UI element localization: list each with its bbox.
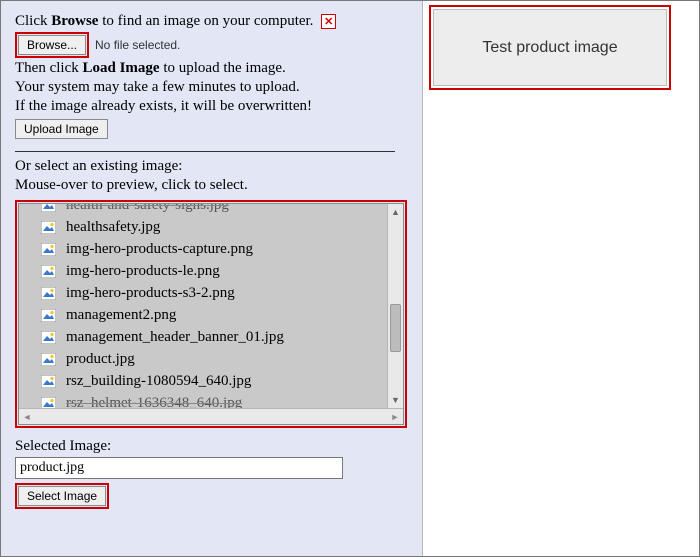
alt-heading: Or select an existing image: [15,158,408,175]
browse-row: Browse... No file selected. [15,32,408,58]
list-item[interactable]: healthsafety.jpg [19,216,387,238]
right-pane: Test product image [423,1,699,556]
file-name: rsz_building-1080594_640.jpg [66,373,251,390]
text-bold: Load Image [82,60,159,76]
image-file-icon [41,287,56,300]
selected-image-label: Selected Image: [15,438,408,455]
list-item[interactable]: management2.png [19,304,387,326]
file-name: img-hero-products-le.png [66,263,220,280]
no-file-label: No file selected. [95,38,180,52]
highlight-frame: Select Image [15,483,109,509]
image-file-icon [41,331,56,344]
list-item[interactable]: rsz_building-1080594_640.jpg [19,370,387,392]
list-body: health-and-safety-signs.jpg healthsafety.… [19,204,403,408]
file-name: healthsafety.jpg [66,219,160,236]
list-item[interactable]: health-and-safety-signs.jpg [19,204,387,216]
browse-button[interactable]: Browse... [18,35,86,55]
file-name: rsz_helmet-1636348_640.jpg [66,395,242,409]
image-file-icon [41,204,56,212]
file-name: health-and-safety-signs.jpg [66,204,229,214]
file-name: management2.png [66,307,176,324]
list-item[interactable]: img-hero-products-le.png [19,260,387,282]
list-item[interactable]: img-hero-products-s3-2.png [19,282,387,304]
upload-image-button[interactable]: Upload Image [15,119,108,139]
scroll-left-icon[interactable]: ◄ [19,409,35,424]
scroll-down-icon[interactable]: ▼ [388,392,403,408]
highlight-frame: health-and-safety-signs.jpg healthsafety.… [15,200,407,428]
highlight-frame: Test product image [429,5,671,90]
scroll-up-icon[interactable]: ▲ [388,204,403,220]
horizontal-scrollbar[interactable]: ◄ ► [19,408,403,424]
file-name: product.jpg [66,351,135,368]
instruction-line-2: Then click Load Image to upload the imag… [15,60,408,77]
instruction-line-3: Your system may take a few minutes to up… [15,79,408,96]
image-preview: Test product image [433,9,667,86]
vertical-scrollbar[interactable]: ▲ ▼ [387,204,403,408]
instruction-line-1: Click Browse to find an image on your co… [15,13,408,30]
list-item[interactable]: management_header_banner_01.jpg [19,326,387,348]
image-file-icon [41,243,56,256]
dialog-container: Click Browse to find an image on your co… [0,0,700,557]
list-item[interactable]: img-hero-products-capture.png [19,238,387,260]
select-image-button[interactable]: Select Image [18,486,106,506]
text: Click [15,13,51,29]
scroll-thumb[interactable] [390,304,401,352]
alt-subheading: Mouse-over to preview, click to select. [15,177,408,194]
image-file-icon [41,353,56,366]
file-name: img-hero-products-capture.png [66,241,253,258]
left-pane: Click Browse to find an image on your co… [1,1,423,556]
image-file-icon [41,375,56,388]
scroll-right-icon[interactable]: ► [387,409,403,424]
file-name: img-hero-products-s3-2.png [66,285,235,302]
preview-text: Test product image [482,38,617,58]
text: Then click [15,60,82,76]
image-listbox[interactable]: health-and-safety-signs.jpg healthsafety.… [18,203,404,425]
image-file-icon [41,265,56,278]
close-icon[interactable]: ✕ [321,14,336,29]
instruction-line-4: If the image already exists, it will be … [15,98,408,115]
list-item[interactable]: rsz_helmet-1636348_640.jpg [19,392,387,408]
list-item[interactable]: product.jpg [19,348,387,370]
image-file-icon [41,309,56,322]
divider [15,151,395,152]
text: to upload the image. [160,60,286,76]
text: to find an image on your computer. [98,13,313,29]
image-file-icon [41,397,56,409]
file-name: management_header_banner_01.jpg [66,329,284,346]
highlight-frame: Browse... [15,32,89,58]
image-file-icon [41,221,56,234]
text-bold: Browse [51,13,98,29]
selected-image-input[interactable] [15,457,343,479]
